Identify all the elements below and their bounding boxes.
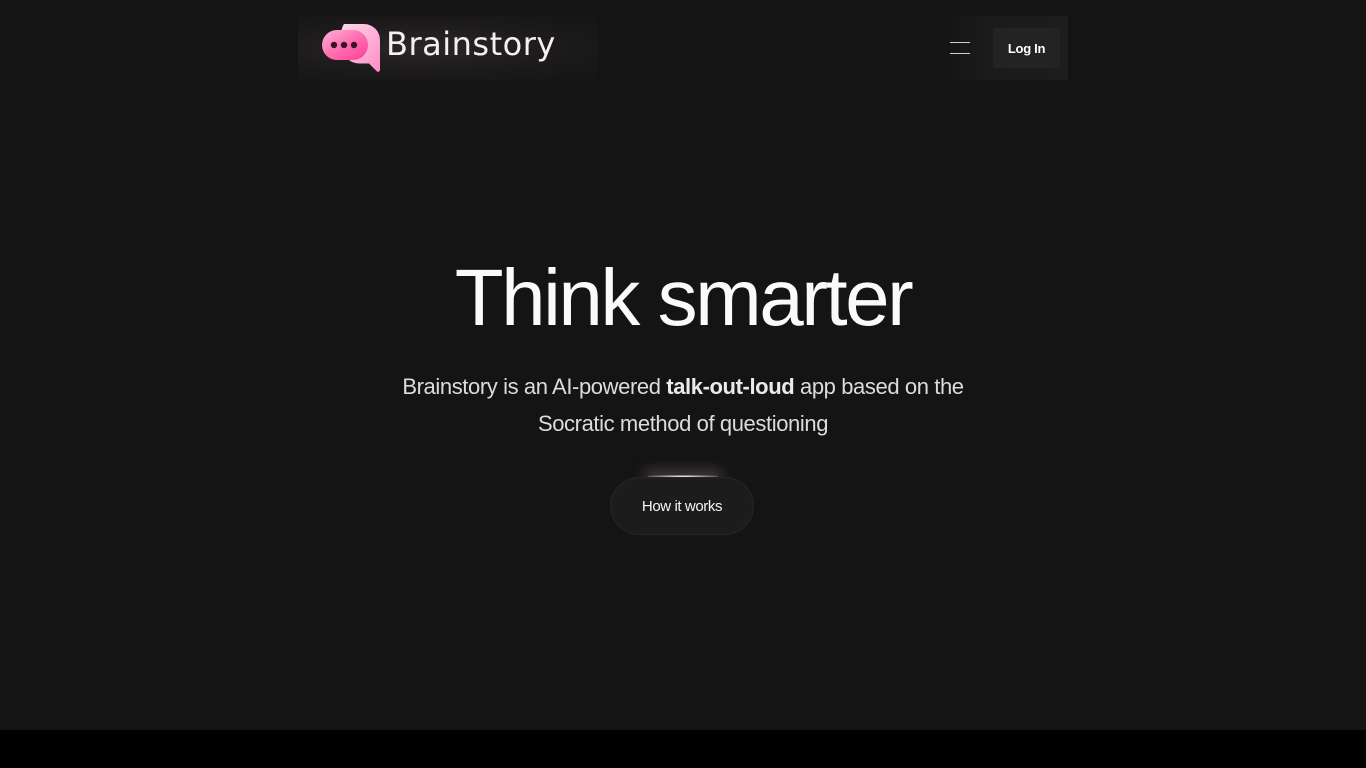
- chat-bubble-icon: [322, 20, 384, 76]
- brand-logo-link[interactable]: Brainstory: [298, 16, 598, 80]
- hero-title: Think smarter: [454, 253, 914, 342]
- site-header: Brainstory Log In: [298, 16, 1068, 80]
- menu-line-top: [950, 42, 970, 43]
- hero-section: Think smarter Brainstory is an AI-powere…: [0, 250, 1366, 537]
- menu-line-bottom: [950, 53, 970, 54]
- hamburger-menu-icon[interactable]: [940, 28, 980, 68]
- bottom-edge: [0, 730, 1366, 768]
- cta-container: How it works: [610, 475, 756, 537]
- hero-subtitle: Brainstory is an AI-powered talk-out-lou…: [363, 368, 1003, 442]
- landing-page: Brainstory Log In Think smarter Brainsto…: [0, 0, 1366, 730]
- login-button[interactable]: Log In: [993, 28, 1060, 68]
- hero-subtitle-lead: Brainstory is an AI-powered: [402, 374, 667, 399]
- brand-name: Brainstory: [386, 25, 556, 63]
- hero-subtitle-emphasis: talk-out-loud: [666, 374, 795, 399]
- header-actions: Log In: [940, 16, 1068, 80]
- how-it-works-button[interactable]: How it works: [610, 477, 754, 535]
